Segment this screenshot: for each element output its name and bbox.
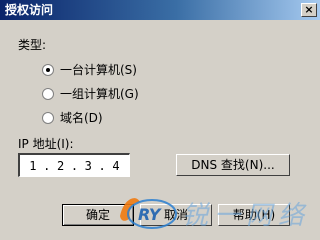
radio-domain-name[interactable] bbox=[42, 112, 54, 124]
radio-group-of-computers[interactable] bbox=[42, 88, 54, 100]
help-button[interactable]: 帮助(H) bbox=[218, 204, 290, 226]
radio-single-computer-label[interactable]: 一台计算机(S) bbox=[60, 63, 137, 77]
cancel-button[interactable]: 取消 bbox=[140, 204, 212, 226]
authorize-access-dialog: 授权访问 × 类型: 一台计算机(S) 一组计算机(G) 域名(D) IP 地址… bbox=[0, 0, 320, 240]
close-icon: × bbox=[304, 3, 314, 16]
ip-octet-3[interactable]: 3 bbox=[85, 159, 92, 173]
radio-single-computer[interactable] bbox=[42, 64, 54, 76]
ok-button[interactable]: 确定 bbox=[62, 204, 134, 226]
radio-group-of-computers-label[interactable]: 一组计算机(G) bbox=[60, 87, 139, 101]
ip-separator: . bbox=[70, 158, 79, 173]
title-bar[interactable]: 授权访问 × bbox=[0, 0, 320, 20]
ip-octet-1[interactable]: 1 bbox=[29, 159, 36, 173]
radio-domain-name-label[interactable]: 域名(D) bbox=[60, 111, 103, 125]
type-label: 类型: bbox=[18, 38, 47, 52]
dns-lookup-button[interactable]: DNS 查找(N)... bbox=[176, 154, 290, 176]
ip-address-label: IP 地址(I): bbox=[18, 137, 74, 151]
ip-octet-4[interactable]: 4 bbox=[112, 159, 119, 173]
ip-separator: . bbox=[98, 158, 106, 173]
window-title: 授权访问 bbox=[5, 3, 54, 17]
ip-address-field[interactable]: 1 . 2 . 3 . 4 bbox=[18, 153, 130, 177]
close-button[interactable]: × bbox=[301, 3, 317, 17]
ip-separator: . bbox=[43, 158, 51, 173]
ip-octet-2[interactable]: 2 bbox=[57, 159, 64, 173]
